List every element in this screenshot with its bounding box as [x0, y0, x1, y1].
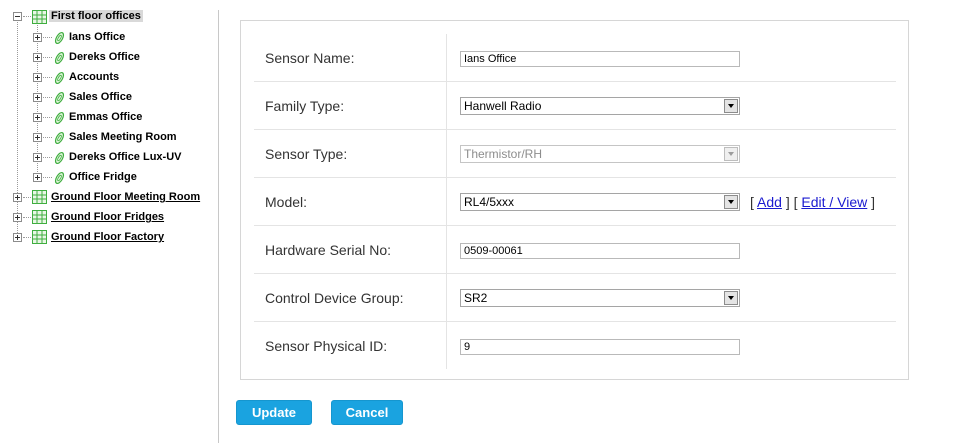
add-model-link[interactable]: Add [757, 194, 782, 210]
control-group-row: Control Device Group: SR2 [254, 274, 896, 322]
expand-toggle[interactable] [33, 73, 42, 82]
tree-location-item[interactable]: Ground Floor Factory [51, 231, 164, 243]
grid-icon [32, 190, 47, 204]
model-value: RL4/5xxx [464, 195, 515, 209]
tree-sensor-item[interactable]: Sales Meeting Room [69, 131, 177, 143]
sensor-icon [53, 131, 66, 145]
tree-sensor-item[interactable]: Dereks Office [69, 51, 140, 63]
sensor-icon [53, 51, 66, 65]
expand-toggle[interactable] [33, 153, 42, 162]
tree-location-item[interactable]: Ground Floor Fridges [51, 211, 164, 223]
hardware-serial-label: Hardware Serial No: [254, 226, 447, 273]
sensor-icon [53, 171, 66, 185]
expand-toggle[interactable] [33, 173, 42, 182]
hardware-serial-input[interactable]: 0509-00061 [460, 243, 740, 259]
sensor-type-select: Thermistor/RH [460, 145, 740, 163]
tree-sensor-item[interactable]: Emmas Office [69, 111, 142, 123]
expand-toggle[interactable] [33, 33, 42, 42]
tree-sensor-item[interactable]: Accounts [69, 71, 119, 83]
sensor-type-label: Sensor Type: [254, 130, 447, 177]
collapse-toggle[interactable] [13, 12, 22, 21]
expand-toggle[interactable] [33, 53, 42, 62]
grid-icon [32, 210, 47, 224]
sensor-name-label: Sensor Name: [254, 34, 447, 81]
model-links: [ Add ] [ Edit / View ] [750, 194, 875, 210]
tree-root-label[interactable]: First floor offices [49, 10, 143, 22]
bracket: [ [750, 194, 754, 210]
family-type-row: Family Type: Hanwell Radio [254, 82, 896, 130]
sensor-icon [53, 111, 66, 125]
sensor-icon [53, 31, 66, 45]
sensor-icon [53, 71, 66, 85]
chevron-down-icon[interactable] [724, 195, 738, 209]
location-tree: First floor offices Ians Office Dereks Of… [0, 0, 218, 443]
sensor-name-row: Sensor Name: Ians Office [254, 34, 896, 82]
hardware-serial-row: Hardware Serial No: 0509-00061 [254, 226, 896, 274]
tree-sensor-item[interactable]: Ians Office [69, 31, 125, 43]
expand-toggle[interactable] [13, 233, 22, 242]
sensor-type-row: Sensor Type: Thermistor/RH [254, 130, 896, 178]
control-group-value: SR2 [464, 291, 488, 305]
family-type-value: Hanwell Radio [464, 99, 542, 113]
chevron-down-icon[interactable] [724, 99, 738, 113]
physical-id-row: Sensor Physical ID: 9 [254, 322, 896, 370]
tree-sensor-item[interactable]: Dereks Office Lux-UV [69, 151, 181, 163]
tree-location-item[interactable]: Ground Floor Meeting Room [51, 191, 200, 203]
model-label: Model: [254, 178, 447, 225]
edit-view-model-link[interactable]: Edit / View [801, 194, 867, 210]
expand-toggle[interactable] [13, 193, 22, 202]
pane-divider [218, 10, 219, 443]
family-type-label: Family Type: [254, 82, 447, 129]
grid-icon [32, 10, 47, 24]
sensor-icon [53, 91, 66, 105]
bracket: ] [871, 194, 876, 210]
update-button[interactable]: Update [236, 400, 312, 425]
tree-sensor-item[interactable]: Sales Office [69, 91, 132, 103]
sensor-icon [53, 151, 66, 165]
expand-toggle[interactable] [33, 133, 42, 142]
family-type-select[interactable]: Hanwell Radio [460, 97, 740, 115]
model-row: Model: RL4/5xxx [ Add ] [ Edit / View ] [254, 178, 896, 226]
expand-toggle[interactable] [33, 93, 42, 102]
bracket: ] [ [785, 194, 798, 210]
physical-id-input[interactable]: 9 [460, 339, 740, 355]
sensor-name-input[interactable]: Ians Office [460, 51, 740, 67]
control-group-select[interactable]: SR2 [460, 289, 740, 307]
grid-icon [32, 230, 47, 244]
chevron-down-icon [724, 147, 738, 161]
control-group-label: Control Device Group: [254, 274, 447, 321]
chevron-down-icon[interactable] [724, 291, 738, 305]
model-select[interactable]: RL4/5xxx [460, 193, 740, 211]
tree-sensor-item[interactable]: Office Fridge [69, 171, 137, 183]
physical-id-label: Sensor Physical ID: [254, 322, 447, 369]
cancel-button[interactable]: Cancel [331, 400, 403, 425]
expand-toggle[interactable] [33, 113, 42, 122]
sensor-type-value: Thermistor/RH [464, 147, 543, 161]
expand-toggle[interactable] [13, 213, 22, 222]
